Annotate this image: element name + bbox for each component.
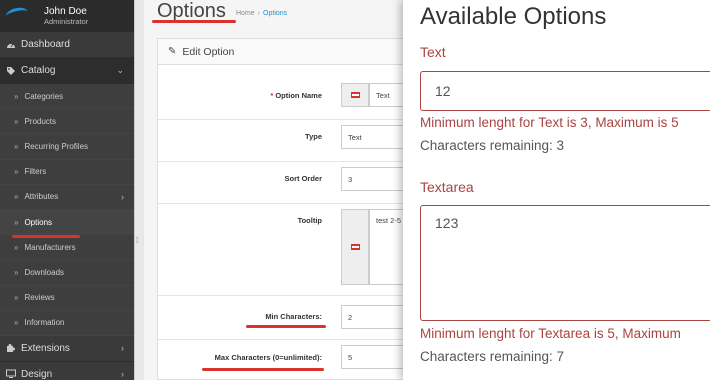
sidebar-item-information[interactable]: » Information (0, 310, 134, 336)
type-label: Type (305, 132, 322, 141)
nav-design-label: Design (21, 368, 53, 380)
sidebar-item-label: Categories (24, 91, 64, 101)
sidebar-item-options[interactable]: » Options (0, 209, 134, 236)
double-chevron-icon: » (14, 192, 19, 202)
min-characters-value: 2 (348, 312, 353, 322)
opencart-logo-icon (4, 5, 36, 26)
option-name-label-text: Option Name (275, 91, 322, 100)
chevron-down-icon: ⌄ (116, 65, 124, 75)
double-chevron-icon: » (14, 242, 19, 252)
flag-icon (350, 244, 360, 250)
nav-catalog-label: Catalog (21, 65, 56, 76)
available-options-title: Available Options (420, 3, 607, 30)
divider (158, 161, 416, 162)
divider (158, 203, 416, 204)
chevron-right-icon: › (121, 369, 124, 380)
sidebar-item-products[interactable]: » Products (0, 109, 134, 135)
flag-icon (350, 92, 360, 98)
type-value: Text (348, 132, 362, 142)
sidebar-item-label: Downloads (24, 267, 65, 277)
sidebar-item-label: Options (24, 217, 53, 227)
max-characters-value: 5 (348, 352, 353, 362)
annotation-underline (202, 368, 324, 371)
sidebar-item-label: Information (24, 318, 65, 328)
sidebar-item-recurring-profiles[interactable]: » Recurring Profiles (0, 134, 134, 160)
nav-design[interactable]: Design › (0, 362, 134, 380)
text-option-error: Minimum lenght for Text is 3, Maximum is… (420, 115, 679, 130)
sidebar-item-categories[interactable]: » Categories (0, 84, 134, 110)
sort-order-value: 3 (348, 174, 353, 184)
sidebar-item-manufacturers[interactable]: » Manufacturers (0, 235, 134, 261)
sidebar-item-label: Filters (24, 167, 47, 177)
divider (158, 119, 416, 120)
language-flag-addon (341, 209, 369, 285)
double-chevron-icon: » (14, 318, 19, 328)
text-option-value: 12 (435, 83, 451, 99)
sidebar-item-label: Products (24, 116, 57, 126)
annotation-underline (12, 235, 80, 238)
text-option-label: Text (420, 44, 446, 60)
textarea-option-remaining: Characters remaining: 7 (420, 349, 565, 364)
sidebar-item-label: Recurring Profiles (24, 141, 89, 151)
tooltip-value: test 2-5 (376, 216, 402, 225)
user-role: Administrator (44, 16, 89, 26)
breadcrumb-separator: › (257, 10, 261, 17)
breadcrumb: Home › Options (236, 10, 287, 17)
sidebar-item-downloads[interactable]: » Downloads (0, 260, 134, 286)
double-chevron-icon: » (14, 116, 19, 126)
sidebar-item-label: Reviews (24, 293, 55, 303)
min-characters-label: Min Characters: (265, 312, 322, 321)
text-option-remaining: Characters remaining: 3 (420, 138, 565, 153)
textarea-option-input[interactable]: 123 (420, 205, 710, 321)
available-options-popup: Available Options Text 12 Minimum lenght… (403, 0, 710, 380)
divider (158, 295, 416, 296)
annotation-underline (246, 325, 326, 328)
double-chevron-icon: » (14, 267, 19, 277)
textarea-option-error: Minimum lenght for Textarea is 5, Maximu… (420, 326, 681, 341)
max-characters-label: Max Characters (0=unlimited): (214, 353, 322, 362)
pencil-icon: ✎ (168, 46, 177, 57)
divider (158, 339, 416, 340)
language-flag-addon (341, 83, 369, 107)
dashboard-icon (6, 40, 16, 50)
double-chevron-icon: » (14, 167, 19, 177)
chevron-right-icon: › (121, 343, 124, 354)
nav-catalog[interactable]: Catalog ⌄ (0, 58, 134, 84)
sort-order-label: Sort Order (284, 174, 322, 183)
textarea-option-value: 123 (435, 215, 459, 231)
option-name-label: * Option Name (172, 91, 322, 100)
user-profile[interactable]: John Doe Administrator (0, 0, 134, 32)
text-option-input[interactable]: 12 (420, 71, 710, 111)
nav-extensions[interactable]: Extensions › (0, 336, 134, 362)
tooltip-label: Tooltip (297, 216, 322, 225)
user-name: John Doe (44, 5, 87, 17)
double-chevron-icon: » (14, 217, 19, 227)
nav-extensions-label: Extensions (21, 342, 70, 354)
sidebar-item-attributes[interactable]: » Attributes › (0, 184, 134, 210)
double-chevron-icon: » (14, 91, 19, 101)
resize-grip-icon[interactable]: ⁞ (136, 236, 138, 245)
double-chevron-icon: » (14, 293, 19, 303)
nav-dashboard[interactable]: Dashboard (0, 32, 134, 58)
sidebar-item-label: Manufacturers (24, 242, 76, 252)
sidebar-item-reviews[interactable]: » Reviews (0, 285, 134, 311)
breadcrumb-home[interactable]: Home (236, 10, 255, 17)
option-name-value: Text (376, 90, 390, 100)
edit-option-panel: ✎ Edit Option * Option Name Text Type Te… (157, 38, 419, 380)
sidebar-item-label: Attributes (24, 192, 59, 202)
double-chevron-icon: » (14, 141, 19, 151)
sidebar-item-filters[interactable]: » Filters (0, 159, 134, 185)
panel-heading: ✎ Edit Option (158, 39, 416, 65)
puzzle-icon (6, 343, 16, 353)
annotation-underline (152, 20, 236, 23)
nav-dashboard-label: Dashboard (21, 39, 70, 50)
sidebar: John Doe Administrator Dashboard Catalog… (0, 0, 134, 380)
chevron-right-icon: › (121, 191, 124, 202)
sidebar-resize-bar[interactable] (134, 0, 144, 380)
breadcrumb-options[interactable]: Options (263, 10, 287, 17)
panel-title: Edit Option (182, 45, 235, 58)
monitor-icon (6, 369, 16, 379)
textarea-option-label: Textarea (420, 179, 474, 195)
tag-icon (6, 66, 16, 76)
